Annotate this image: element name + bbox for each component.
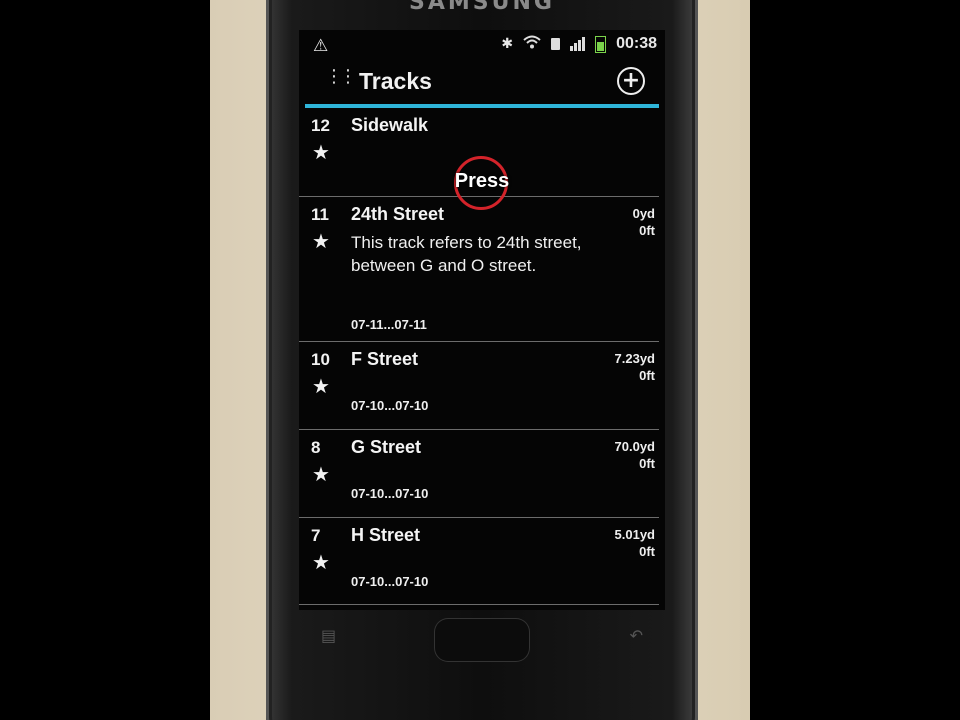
track-stats: 5.01yd 0ft <box>615 526 655 560</box>
list-item[interactable]: 10 ★ F Street 07-10...07-10 7.23yd 0ft <box>299 342 659 430</box>
track-name: H Street <box>351 525 421 545</box>
track-name: F Street <box>351 349 419 369</box>
phone-screen: ⚠ ✱ 00:38 ⋮⋮ Tracks + 12 ★ Sidewalk Pres… <box>299 30 665 610</box>
track-dates: 07-10...07-10 <box>351 574 429 589</box>
brand-logo: SAMSUNG <box>409 0 555 15</box>
sdcard-icon <box>551 38 561 50</box>
hardware-keys: ▤ ↶ <box>299 610 665 700</box>
battery-icon <box>595 35 607 53</box>
tracks-list: 12 ★ Sidewalk Press 11 ★ 24th Street Thi… <box>299 108 665 605</box>
track-dates: 07-10...07-10 <box>351 486 429 501</box>
home-key[interactable] <box>434 618 530 662</box>
track-elevation: 0ft <box>639 223 655 238</box>
star-icon[interactable]: ★ <box>312 229 330 253</box>
track-dates: 07-11...07-11 <box>351 317 427 332</box>
status-time: 00:38 <box>616 35 657 52</box>
list-item[interactable]: 11 ★ 24th Street This track refers to 24… <box>299 197 659 342</box>
track-description: This track refers to 24th street, betwee… <box>351 233 582 275</box>
signal-icon <box>570 37 586 51</box>
warning-icon: ⚠ <box>313 36 329 56</box>
track-distance: 7.23yd <box>614 351 655 366</box>
track-name: G Street <box>351 437 422 457</box>
track-number: 8 <box>311 438 321 457</box>
track-elevation: 0ft <box>639 544 655 559</box>
star-icon[interactable]: ★ <box>312 462 330 486</box>
paw-prints-icon: ⋮⋮ <box>325 66 357 87</box>
bluetooth-icon: ✱ <box>501 36 514 52</box>
track-stats: 70.0yd 0ft <box>615 438 655 472</box>
track-elevation: 0ft <box>639 368 655 383</box>
status-icons: ✱ 00:38 <box>501 35 657 53</box>
track-distance: 0yd <box>632 206 655 221</box>
track-name: Sidewalk <box>351 115 429 135</box>
track-stats: 0yd 0ft <box>633 205 655 239</box>
list-item[interactable]: 8 ★ G Street 07-10...07-10 70.0yd 0ft <box>299 430 659 518</box>
list-item[interactable]: 12 ★ Sidewalk Press <box>299 108 659 210</box>
status-bar: ⚠ ✱ 00:38 <box>299 30 665 58</box>
star-icon[interactable]: ★ <box>312 550 330 574</box>
track-number: 10 <box>311 350 330 369</box>
page-title: Tracks <box>359 68 432 94</box>
back-key-icon[interactable]: ↶ <box>630 626 643 645</box>
track-distance: 5.01yd <box>614 527 655 542</box>
track-elevation: 0ft <box>639 456 655 471</box>
star-icon[interactable]: ★ <box>312 374 330 398</box>
track-number: 7 <box>311 526 321 545</box>
track-number: 12 <box>311 116 330 135</box>
phone-body: SAMSUNG ⚠ ✱ 00:38 ⋮⋮ Tracks + 12 ★ Sidew… <box>266 0 698 720</box>
star-icon[interactable]: ★ <box>312 140 330 164</box>
menu-key-icon[interactable]: ▤ <box>321 626 336 645</box>
app-bar: ⋮⋮ Tracks + <box>299 64 665 104</box>
add-track-button[interactable]: + <box>617 67 645 95</box>
wifi-icon <box>523 35 541 53</box>
track-distance: 70.0yd <box>614 439 655 454</box>
track-name: 24th Street <box>351 204 445 224</box>
track-dates: 07-10...07-10 <box>351 398 429 413</box>
photo-background: SAMSUNG ⚠ ✱ 00:38 ⋮⋮ Tracks + 12 ★ Sidew… <box>210 0 750 720</box>
track-number: 11 <box>311 205 329 224</box>
press-label: Press <box>454 170 510 192</box>
track-stats: 7.23yd 0ft <box>615 350 655 384</box>
list-item[interactable]: 7 ★ H Street 07-10...07-10 5.01yd 0ft <box>299 518 659 605</box>
